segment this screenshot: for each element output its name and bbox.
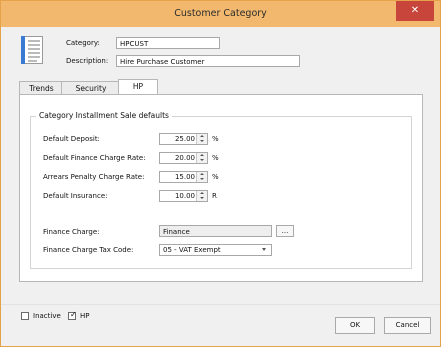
tab-hp[interactable]: HP bbox=[118, 79, 158, 95]
customer-category-window: Customer Category ✕ Category: HPCUST Des… bbox=[0, 0, 441, 347]
arrears-penalty-rate-spinner[interactable]: 15.00 bbox=[159, 171, 208, 183]
spin-buttons[interactable] bbox=[196, 134, 207, 144]
finance-charge-label: Finance Charge: bbox=[43, 228, 100, 236]
browse-button[interactable]: ... bbox=[276, 225, 294, 237]
default-insurance-value: 10.00 bbox=[174, 192, 195, 200]
arrow-up-icon[interactable] bbox=[200, 173, 204, 175]
ok-button[interactable]: OK bbox=[335, 317, 375, 334]
default-deposit-label: Default Deposit: bbox=[43, 135, 100, 143]
footer-separator bbox=[1, 304, 440, 305]
finance-charge-rate-spinner[interactable]: 20.00 bbox=[159, 152, 208, 164]
titlebar[interactable]: Customer Category ✕ bbox=[1, 1, 440, 27]
arrow-down-icon[interactable] bbox=[200, 159, 204, 161]
percent-unit: % bbox=[212, 154, 219, 162]
checkmark-icon: ✓ bbox=[70, 310, 77, 319]
arrow-down-icon[interactable] bbox=[200, 140, 204, 142]
default-deposit-value: 25.00 bbox=[174, 135, 195, 143]
default-insurance-label: Default Insurance: bbox=[43, 192, 108, 200]
chevron-down-icon[interactable] bbox=[262, 248, 266, 251]
hp-tab-panel: Category Installment Sale defaults Defau… bbox=[19, 94, 423, 282]
cancel-button[interactable]: Cancel bbox=[384, 317, 431, 334]
default-insurance-spinner[interactable]: 10.00 bbox=[159, 190, 208, 202]
spin-buttons[interactable] bbox=[196, 191, 207, 201]
arrow-up-icon[interactable] bbox=[200, 135, 204, 137]
close-icon: ✕ bbox=[410, 5, 420, 16]
inactive-checkbox[interactable] bbox=[21, 312, 29, 320]
close-button[interactable]: ✕ bbox=[396, 1, 434, 21]
spin-buttons[interactable] bbox=[196, 172, 207, 182]
group-title: Category Installment Sale defaults bbox=[36, 111, 172, 120]
description-field[interactable]: Hire Purchase Customer bbox=[116, 55, 300, 67]
inactive-label: Inactive bbox=[33, 312, 61, 320]
percent-unit: % bbox=[212, 173, 219, 181]
currency-unit: R bbox=[212, 192, 217, 200]
percent-unit: % bbox=[212, 135, 219, 143]
finance-charge-rate-value: 20.00 bbox=[174, 154, 195, 162]
form-icon bbox=[21, 36, 43, 64]
spin-buttons[interactable] bbox=[196, 153, 207, 163]
category-field[interactable]: HPCUST bbox=[116, 37, 220, 49]
hp-label: HP bbox=[80, 312, 90, 320]
tab-security[interactable]: Security bbox=[61, 81, 121, 95]
category-label: Category: bbox=[66, 39, 100, 47]
finance-charge-rate-label: Default Finance Charge Rate: bbox=[43, 154, 146, 162]
description-label: Description: bbox=[66, 57, 109, 65]
tax-code-value: 05 - VAT Exempt bbox=[163, 246, 221, 254]
tax-code-select[interactable]: 05 - VAT Exempt bbox=[159, 244, 272, 256]
arrow-down-icon[interactable] bbox=[200, 197, 204, 199]
hp-checkbox[interactable]: ✓ bbox=[68, 310, 77, 320]
window-title: Customer Category bbox=[174, 8, 267, 19]
default-deposit-spinner[interactable]: 25.00 bbox=[159, 133, 208, 145]
arrears-penalty-rate-value: 15.00 bbox=[174, 173, 195, 181]
arrow-up-icon[interactable] bbox=[200, 154, 204, 156]
arrears-penalty-rate-label: Arrears Penalty Charge Rate: bbox=[43, 173, 145, 181]
finance-charge-field[interactable]: Finance bbox=[159, 225, 272, 237]
tax-code-label: Finance Charge Tax Code: bbox=[43, 246, 134, 254]
arrow-up-icon[interactable] bbox=[200, 192, 204, 194]
tab-trends[interactable]: Trends bbox=[19, 81, 64, 95]
arrow-down-icon[interactable] bbox=[200, 178, 204, 180]
